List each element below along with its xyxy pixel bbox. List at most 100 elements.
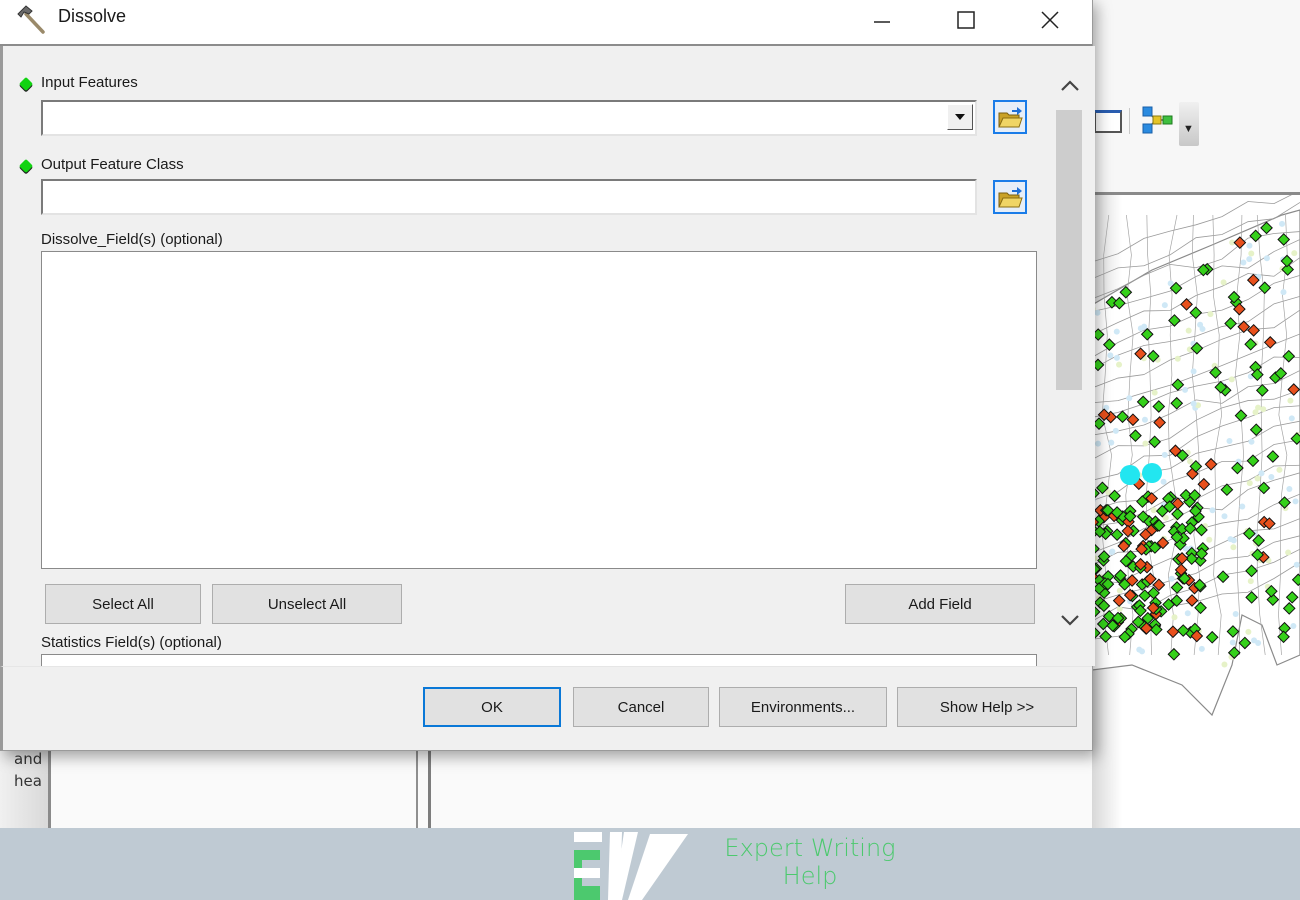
- map-faint-point: [1280, 289, 1287, 296]
- map-faint-point: [1230, 544, 1237, 551]
- hammer-icon: [17, 5, 45, 34]
- map-faint-point: [1107, 352, 1114, 359]
- dissolve-fields-label: Dissolve_Field(s) (optional): [41, 231, 223, 248]
- map-faint-point: [1251, 637, 1258, 644]
- output-feature-class-input[interactable]: [41, 179, 977, 215]
- maximize-button[interactable]: [938, 2, 994, 38]
- map-selected-point: [1120, 465, 1140, 485]
- map-faint-point: [1268, 473, 1275, 480]
- scroll-up-button[interactable]: [1056, 74, 1084, 98]
- brand-text-line1: Expert Writing: [724, 834, 896, 862]
- dialog-button-bar: OK Cancel Environments... Show Help >>: [0, 666, 1092, 750]
- map-faint-point: [1185, 327, 1192, 334]
- map-faint-point: [1116, 587, 1123, 594]
- map-faint-point: [1287, 397, 1294, 404]
- select-all-button[interactable]: Select All: [45, 584, 201, 624]
- minimize-icon: [874, 21, 890, 23]
- toolbar-separator: [1129, 108, 1130, 134]
- required-indicator-icon: [18, 158, 34, 174]
- brand-text: Expert Writing Help: [690, 834, 930, 890]
- panel-divider[interactable]: [48, 750, 51, 828]
- map-faint-point: [1142, 440, 1149, 447]
- model-builder-icon[interactable]: [1141, 106, 1175, 134]
- map-faint-point: [1286, 485, 1293, 492]
- map-faint-point: [1109, 548, 1116, 555]
- map-faint-point: [1136, 646, 1143, 653]
- title-bar[interactable]: Dissolve: [0, 0, 1092, 46]
- chevron-down-icon: [1061, 615, 1079, 626]
- statistics-fields-label: Statistics Field(s) (optional): [41, 634, 222, 651]
- input-features-browse-button[interactable]: [993, 100, 1027, 134]
- map-faint-point: [1290, 622, 1297, 629]
- map-faint-point: [1221, 661, 1228, 668]
- left-panel-text: and hea: [14, 748, 48, 792]
- map-faint-point: [1108, 439, 1115, 446]
- toolbar-overflow-button[interactable]: ▼: [1179, 102, 1199, 146]
- map-faint-point: [1141, 416, 1148, 423]
- map-faint-point: [1171, 614, 1178, 621]
- map-faint-point: [1288, 415, 1295, 422]
- map-faint-point: [1246, 480, 1253, 487]
- map-view[interactable]: [1092, 195, 1300, 828]
- left-panel-line: hea: [14, 772, 42, 790]
- input-features-label: Input Features: [41, 74, 138, 91]
- output-feature-class-browse-button[interactable]: [993, 180, 1027, 214]
- map-faint-point: [1254, 475, 1261, 482]
- close-button[interactable]: [1022, 2, 1078, 38]
- dialog-body: Input Features Output Feature Class Diss…: [0, 46, 1095, 684]
- map-faint-point: [1116, 361, 1123, 368]
- map-faint-point: [1232, 611, 1239, 618]
- chevron-up-icon: [1061, 80, 1079, 91]
- window-tool-icon[interactable]: [1094, 110, 1122, 133]
- map-faint-point: [1258, 470, 1265, 477]
- map-faint-point: [1248, 250, 1255, 257]
- close-icon: [1041, 11, 1059, 29]
- dropdown-button[interactable]: [947, 104, 973, 130]
- map-faint-point: [1161, 302, 1168, 309]
- map-faint-point: [1126, 395, 1133, 402]
- chevron-down-icon: [955, 114, 965, 120]
- map-faint-point: [1206, 536, 1213, 543]
- map-faint-point: [1199, 326, 1206, 333]
- map-faint-point: [1221, 513, 1228, 520]
- dissolve-dialog: Dissolve Input Features Output Feature C…: [0, 0, 1095, 751]
- map-faint-point: [1239, 503, 1246, 510]
- add-field-button[interactable]: Add Field: [845, 584, 1035, 624]
- show-help-button[interactable]: Show Help >>: [897, 687, 1077, 727]
- panel-divider[interactable]: [428, 750, 431, 828]
- map-faint-point: [1246, 242, 1253, 249]
- input-features-combobox[interactable]: [41, 100, 977, 136]
- map-faint-point: [1263, 255, 1270, 262]
- scroll-down-button[interactable]: [1056, 608, 1084, 632]
- map-faint-point: [1240, 259, 1247, 266]
- map-faint-point: [1161, 451, 1168, 458]
- map-faint-point: [1246, 256, 1253, 263]
- map-faint-point: [1292, 498, 1299, 505]
- panel-divider[interactable]: [416, 750, 418, 828]
- map-faint-point: [1168, 575, 1175, 582]
- map-faint-point: [1226, 438, 1233, 445]
- map-faint-point: [1247, 578, 1254, 585]
- cancel-button[interactable]: Cancel: [573, 687, 709, 727]
- map-faint-point: [1245, 628, 1252, 635]
- scrollbar-thumb[interactable]: [1056, 110, 1082, 390]
- map-faint-point: [1184, 610, 1191, 617]
- map-canvas[interactable]: [1092, 195, 1300, 828]
- map-faint-point: [1255, 404, 1262, 411]
- minimize-button[interactable]: [854, 2, 910, 38]
- map-faint-point: [1095, 440, 1102, 447]
- map-faint-point: [1113, 354, 1120, 361]
- ok-button[interactable]: OK: [423, 687, 561, 727]
- dissolve-fields-list[interactable]: [41, 251, 1037, 569]
- environments-button[interactable]: Environments...: [719, 687, 887, 727]
- map-faint-point: [1160, 478, 1167, 485]
- map-faint-point: [1276, 466, 1283, 473]
- output-feature-class-label: Output Feature Class: [41, 156, 184, 173]
- map-faint-point: [1151, 389, 1158, 396]
- left-panel-line: and: [14, 750, 43, 768]
- map-faint-point: [1094, 309, 1101, 316]
- maximize-icon: [957, 11, 975, 29]
- unselect-all-button[interactable]: Unselect All: [212, 584, 402, 624]
- brand-logo-icon: [574, 832, 688, 900]
- map-faint-point: [1260, 406, 1267, 413]
